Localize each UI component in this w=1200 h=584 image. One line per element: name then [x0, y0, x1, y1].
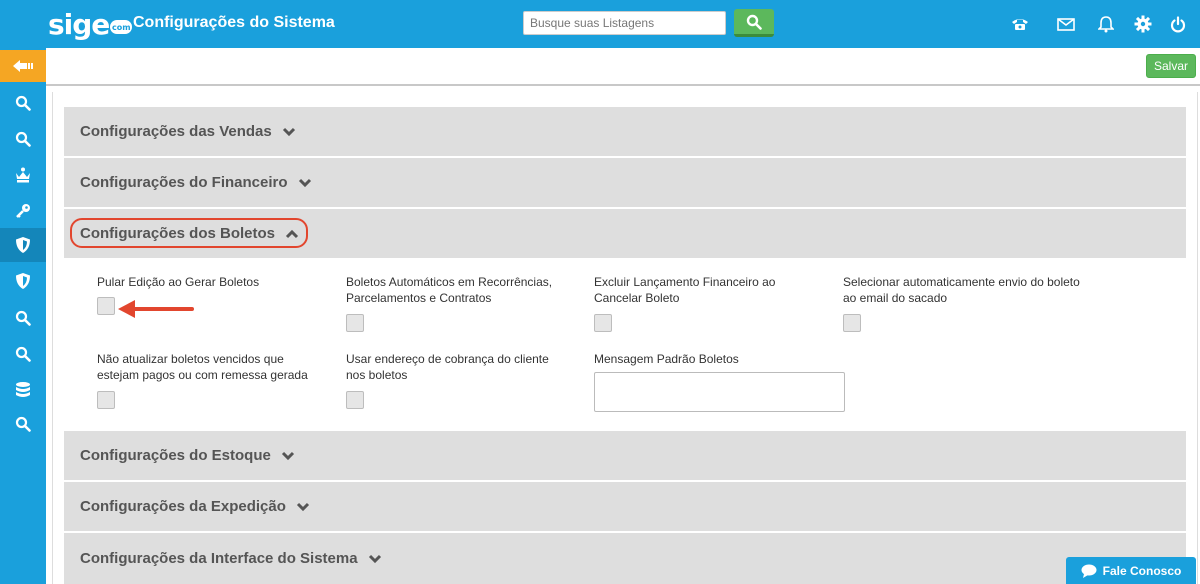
sidebar-item-search-1[interactable]: [0, 86, 46, 120]
annotation-arrow: [118, 300, 194, 318]
power-icon[interactable]: [1168, 14, 1188, 34]
sidebar-item-shield-active[interactable]: [0, 228, 46, 262]
field-label: Excluir Lançamento Financeiro ao Cancela…: [594, 275, 776, 305]
chat-label: Fale Conosco: [1102, 563, 1182, 578]
chevron-down-icon: [298, 178, 312, 188]
checkbox-pular-edicao[interactable]: [97, 297, 115, 315]
chevron-down-icon: [296, 502, 310, 512]
search-icon: [15, 310, 31, 326]
sidebar-item-shield[interactable]: [0, 264, 46, 298]
checkbox-excluir-lancamento[interactable]: [594, 314, 612, 332]
search-icon: [15, 131, 31, 147]
sidebar-item-key[interactable]: [0, 194, 46, 228]
field-label: Usar endereço de cobrança do cliente nos…: [346, 352, 549, 382]
chevron-down-icon: [368, 554, 382, 564]
section-title: Configurações da Expedição: [80, 498, 286, 515]
gear-icon[interactable]: [1133, 14, 1153, 34]
mail-icon[interactable]: [1056, 14, 1076, 34]
sidebar-item-database[interactable]: [0, 373, 46, 407]
toolbar: [46, 48, 1200, 86]
sidebar-item-search-3[interactable]: [0, 301, 46, 335]
search-icon: [15, 95, 31, 111]
field-label: Boletos Automáticos em Recorrências, Par…: [346, 275, 553, 305]
sidebar-item-search-5[interactable]: [0, 407, 46, 441]
checkbox-endereco-cobranca[interactable]: [346, 391, 364, 409]
field-label: Não atualizar boletos vencidos que estej…: [97, 352, 308, 382]
key-icon: [16, 204, 30, 218]
field-label: Mensagem Padrão Boletos: [594, 352, 739, 366]
message-textarea[interactable]: [594, 372, 845, 412]
chat-bubble-icon: [1081, 564, 1097, 578]
section-title: Configurações das Vendas: [80, 123, 272, 140]
search-input[interactable]: [523, 11, 726, 35]
logo-text: sige: [48, 7, 110, 41]
annotation-highlight: [70, 218, 308, 248]
back-arrow-icon: [13, 60, 33, 72]
logo[interactable]: sige com: [48, 6, 133, 42]
checkbox-envio-email[interactable]: [843, 314, 861, 332]
shield-icon: [16, 237, 30, 253]
page-title: Configurações do Sistema: [133, 14, 335, 31]
search-icon: [15, 346, 31, 362]
sidebar-back-button[interactable]: [0, 50, 46, 82]
search-button[interactable]: [734, 9, 774, 37]
phone-icon[interactable]: [1010, 14, 1030, 34]
chevron-down-icon: [281, 451, 295, 461]
bell-icon[interactable]: [1096, 14, 1116, 34]
checkbox-boletos-automaticos[interactable]: [346, 314, 364, 332]
shield-icon: [16, 273, 30, 289]
checkbox-nao-atualizar[interactable]: [97, 391, 115, 409]
chat-button[interactable]: Fale Conosco: [1066, 557, 1196, 584]
section-estoque[interactable]: Configurações do Estoque: [64, 431, 1186, 480]
logo-badge: com: [110, 20, 133, 34]
section-title: Configurações do Estoque: [80, 447, 271, 464]
sidebar-item-search-2[interactable]: [0, 122, 46, 156]
sidebar-item-search-4[interactable]: [0, 337, 46, 371]
search-icon: [746, 14, 762, 30]
crown-icon: [16, 167, 30, 183]
database-icon: [16, 382, 30, 397]
chevron-down-icon: [282, 127, 296, 137]
section-title: Configurações do Financeiro: [80, 174, 288, 191]
section-vendas[interactable]: Configurações das Vendas: [64, 107, 1186, 156]
section-financeiro[interactable]: Configurações do Financeiro: [64, 158, 1186, 207]
save-button[interactable]: Salvar: [1146, 54, 1196, 78]
sidebar-item-crown[interactable]: [0, 158, 46, 192]
search-icon: [15, 416, 31, 432]
field-label: Pular Edição ao Gerar Boletos: [97, 275, 260, 289]
field-label: Selecionar automaticamente envio do bole…: [843, 275, 1080, 305]
section-expedicao[interactable]: Configurações da Expedição: [64, 482, 1186, 531]
section-title: Configurações da Interface do Sistema: [80, 550, 358, 567]
section-interface[interactable]: Configurações da Interface do Sistema: [64, 533, 1186, 584]
